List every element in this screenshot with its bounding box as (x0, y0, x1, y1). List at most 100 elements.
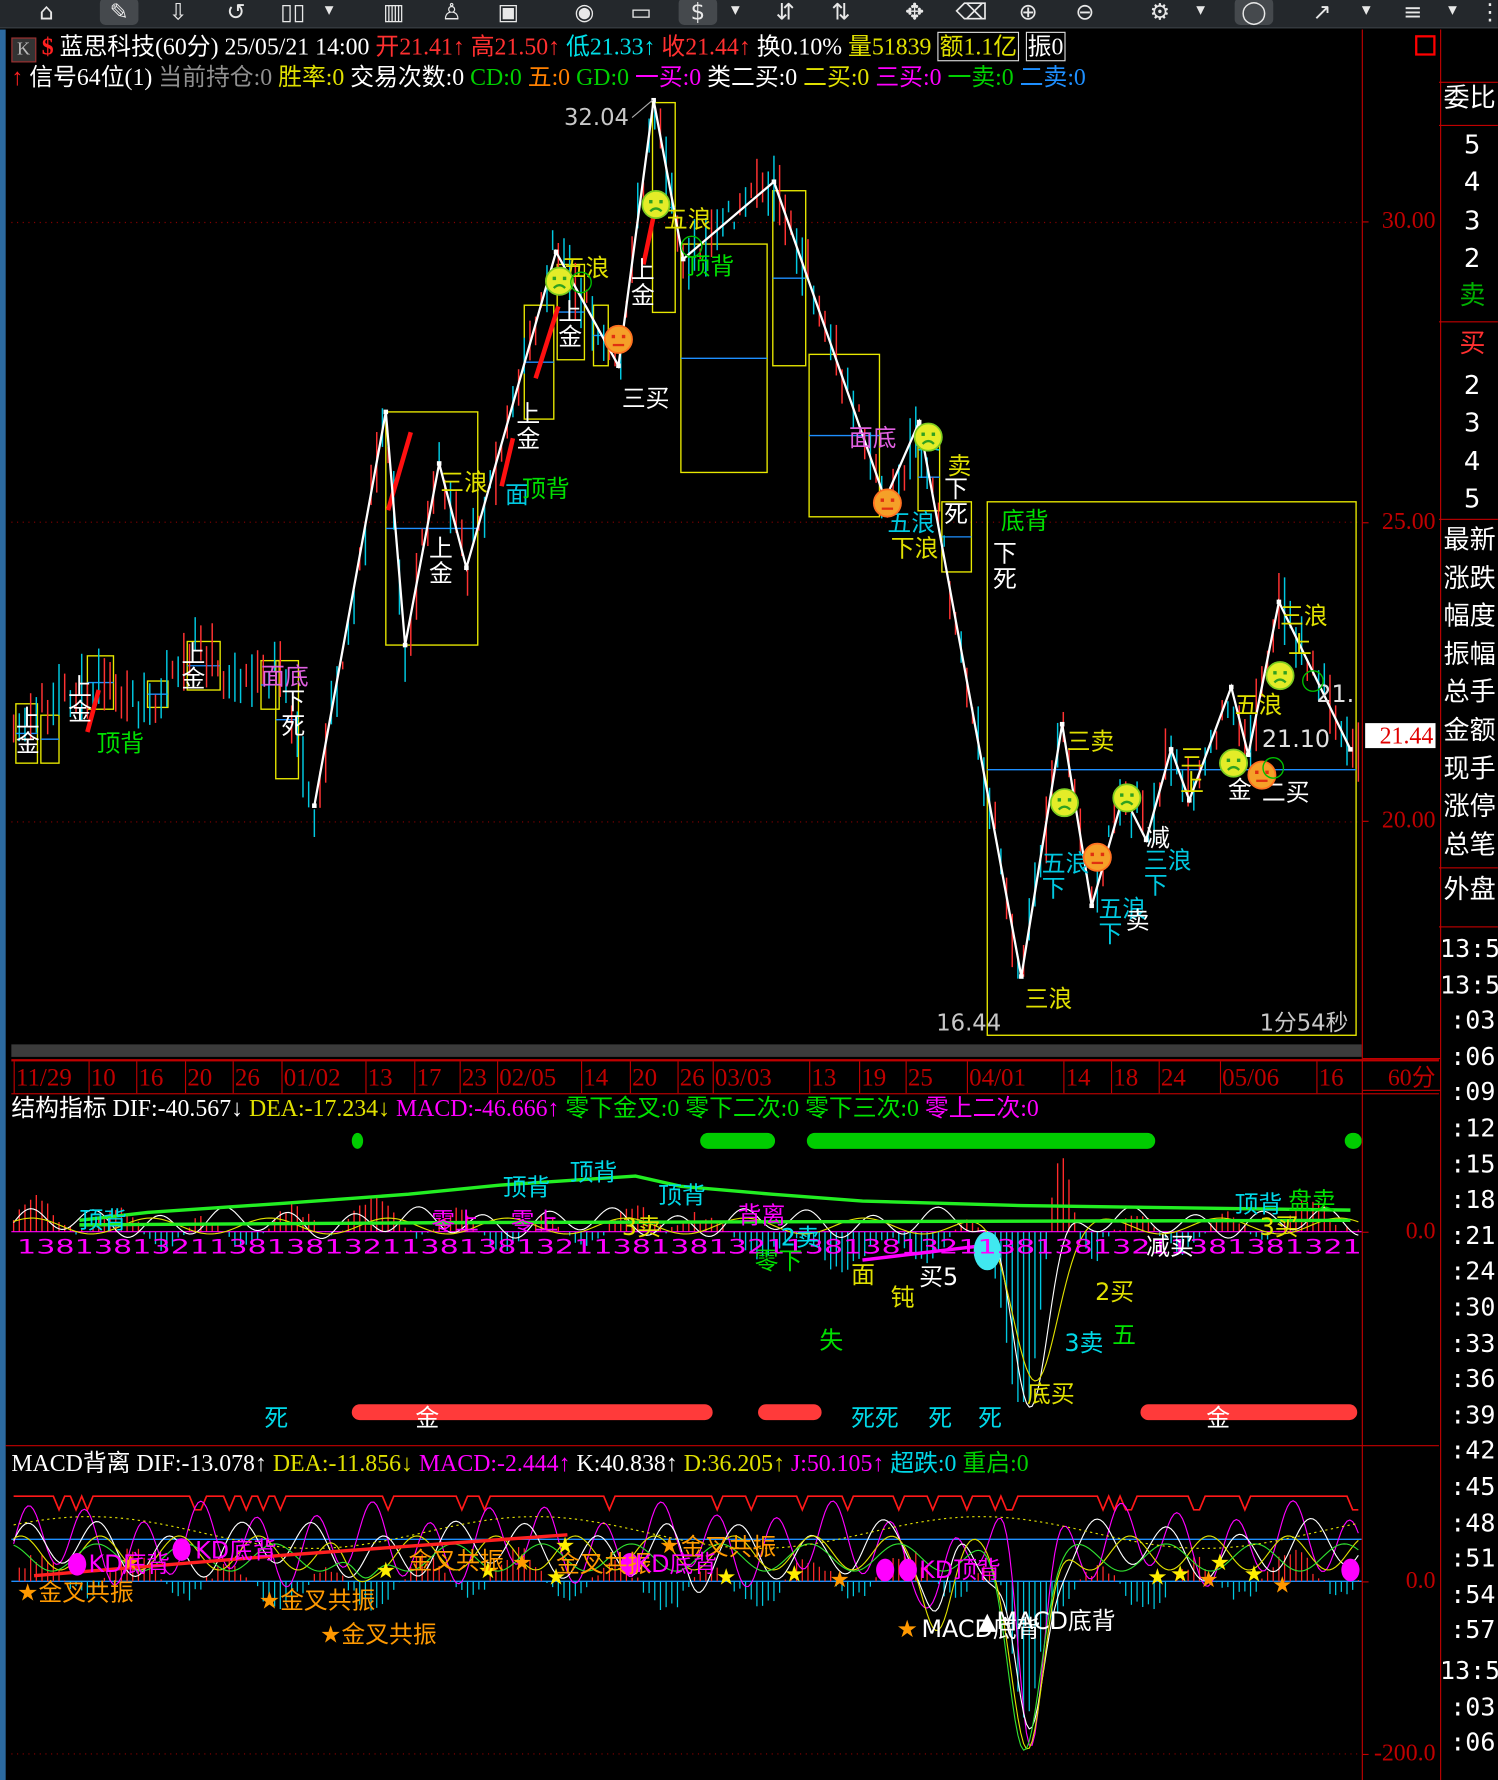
chart-annotation: 下 (993, 540, 1017, 568)
quote-field-label: 振幅 (1443, 640, 1496, 670)
chart-annotation: 顶背 (522, 475, 570, 503)
date-label: 11/29 (13, 1061, 72, 1094)
ind1-signal-label: 顶背 (570, 1159, 618, 1187)
ind1-signal-label: 死 (928, 1404, 952, 1432)
sad-face-icon (1219, 748, 1248, 778)
zigzag-vertex (1187, 798, 1192, 803)
face-eye (1090, 852, 1094, 857)
ind1-signal-label: 金 (415, 1404, 439, 1432)
tick-time: :21 (1450, 1222, 1496, 1251)
chart-annotation: 五浪 (664, 205, 712, 233)
ind1-signal-label: 顶背 (658, 1181, 706, 1209)
star-icon: ★ (376, 1558, 396, 1584)
ind1-dif: DIF:-40.567 (112, 1094, 232, 1122)
price-axis[interactable]: 30.00 25.00 20.00 21.44 60分 0.0 0.0 -200… (1361, 29, 1442, 1780)
weibi-label: 委比 (1443, 84, 1496, 114)
face-eye (1226, 758, 1231, 763)
percent-dropdown-caret-icon[interactable]: ▼ (1446, 0, 1460, 25)
kd-divergence-dot (876, 1558, 895, 1582)
ind2-signal-label: KD底背 (89, 1550, 171, 1578)
more-icon[interactable]: ⋮ (1471, 0, 1498, 25)
chart-annotation: 金 (1228, 776, 1252, 804)
ind1-green-pill (700, 1132, 776, 1149)
indicator1-name[interactable]: 结构指标 (11, 1094, 106, 1121)
price-label-20: 20.00 (1381, 805, 1436, 834)
ind1-above-second: 零上二次:0 (924, 1094, 1039, 1122)
indicator2-header: MACD背离 DIF:-13.078↑ DEA:-11.856↓ MACD:-2… (11, 1449, 1028, 1479)
date-label: 20 (629, 1061, 657, 1094)
percent-icon[interactable]: ≡ (1394, 0, 1433, 25)
tick-time: 13:56 (1440, 935, 1498, 964)
chart-annotation: 上 (68, 673, 92, 701)
quote-field-label: 涨停 (1443, 792, 1496, 823)
date-label: 14 (1063, 1061, 1091, 1094)
chart-canvas[interactable]: 32.0416.44 1分54秒上金上金顶背上金 面底下死上金三浪 面顶背上金上金五浪… (0, 0, 1362, 1780)
zigzag-vertex (553, 249, 559, 255)
zigzag-vertex (312, 803, 317, 808)
date-label: 23 (459, 1061, 487, 1094)
ind2-signal-label: KD底背 (195, 1537, 277, 1565)
bar-countdown: 1分54秒 (1260, 1010, 1349, 1036)
ind1-green-pill (1344, 1132, 1362, 1149)
ind1-signal-label: 3卖 (622, 1213, 661, 1241)
kd-divergence-dot (898, 1558, 917, 1582)
period-label[interactable]: 60分 (1388, 1059, 1436, 1093)
ind1-signal-label: 面 (851, 1261, 875, 1289)
indicator2-name[interactable]: MACD背离 (11, 1450, 130, 1477)
star-icon: ★ (716, 1565, 736, 1591)
face-eye (552, 276, 557, 281)
star-icon: ★ (1147, 1565, 1167, 1591)
chart-annotation: 下 (1042, 875, 1066, 903)
ind1-signal-label: 死 (264, 1404, 288, 1432)
date-label: 17 (414, 1061, 441, 1094)
date-label: 05/06 (1219, 1061, 1279, 1094)
tick-time: :30 (1450, 1294, 1496, 1323)
arrow-up-icon: ↑ (254, 1449, 267, 1477)
trend-stroke (499, 437, 516, 487)
chart-annotation: 下 (281, 687, 305, 715)
face-eye (611, 334, 616, 339)
ind1-signal-label: 零下 (755, 1247, 803, 1275)
face-eye (1283, 671, 1287, 675)
ind2-low-label: -200.0 (1373, 1739, 1436, 1767)
ind1-signal-label: 底买 (1027, 1380, 1075, 1408)
divider (5, 1445, 1439, 1447)
tick-time: :09 (1450, 1078, 1496, 1108)
ind2-dif: DIF:-13.078 (136, 1449, 255, 1477)
indicator1-header: 结构指标 DIF:-40.567↓ DEA:-17.234↓ MACD:-46.… (11, 1093, 1038, 1123)
date-label: 25 (905, 1061, 933, 1094)
ind1-green-pill (806, 1132, 1156, 1149)
zigzag-vertex (436, 461, 442, 466)
arrow-down-icon: ↓ (231, 1094, 244, 1122)
face-eye (649, 199, 653, 204)
ind1-signal-label: 盘卖 (1288, 1187, 1336, 1215)
ind1-signal-label: 减买 (1146, 1232, 1194, 1260)
ind1-red-pill (351, 1404, 713, 1421)
ind1-signal-label: 背离 (738, 1202, 786, 1230)
date-label: 13 (365, 1061, 393, 1094)
chart-annotation: 上 (516, 400, 540, 428)
ind1-trend-line (79, 1174, 1351, 1223)
kd-divergence-dot (1341, 1558, 1360, 1582)
sad-face-icon (1049, 788, 1079, 818)
face-eye (621, 334, 626, 339)
date-label: 24 (1158, 1061, 1186, 1094)
bid-level-4: 4 (1463, 447, 1481, 477)
ind2-dea: DEA:-11.856 (272, 1449, 402, 1477)
face-eye (880, 498, 885, 502)
ind2-restart: 重启:0 (962, 1449, 1029, 1477)
price-label-25: 25.00 (1381, 507, 1436, 535)
ind2-k: K:40.838 (576, 1449, 666, 1477)
chart-scrollbar[interactable] (11, 1044, 1362, 1057)
zigzag-vertex (616, 363, 621, 369)
ind1-signal-label: 金 (1206, 1404, 1230, 1432)
ind1-signal-label: 死 (978, 1404, 1002, 1432)
ind1-signal-label: 钝 (891, 1283, 915, 1311)
chart-annotation: 三浪 (1144, 847, 1192, 875)
ind2-signal-label: KD底背 (635, 1550, 717, 1578)
chart-annotation: 金 (631, 281, 655, 309)
price-label-30: 30.00 (1381, 206, 1436, 234)
tick-time: :48 (1450, 1509, 1496, 1538)
chart-annotation: 三卖 (1067, 727, 1115, 755)
arrow-down-icon: ↓ (378, 1094, 390, 1122)
